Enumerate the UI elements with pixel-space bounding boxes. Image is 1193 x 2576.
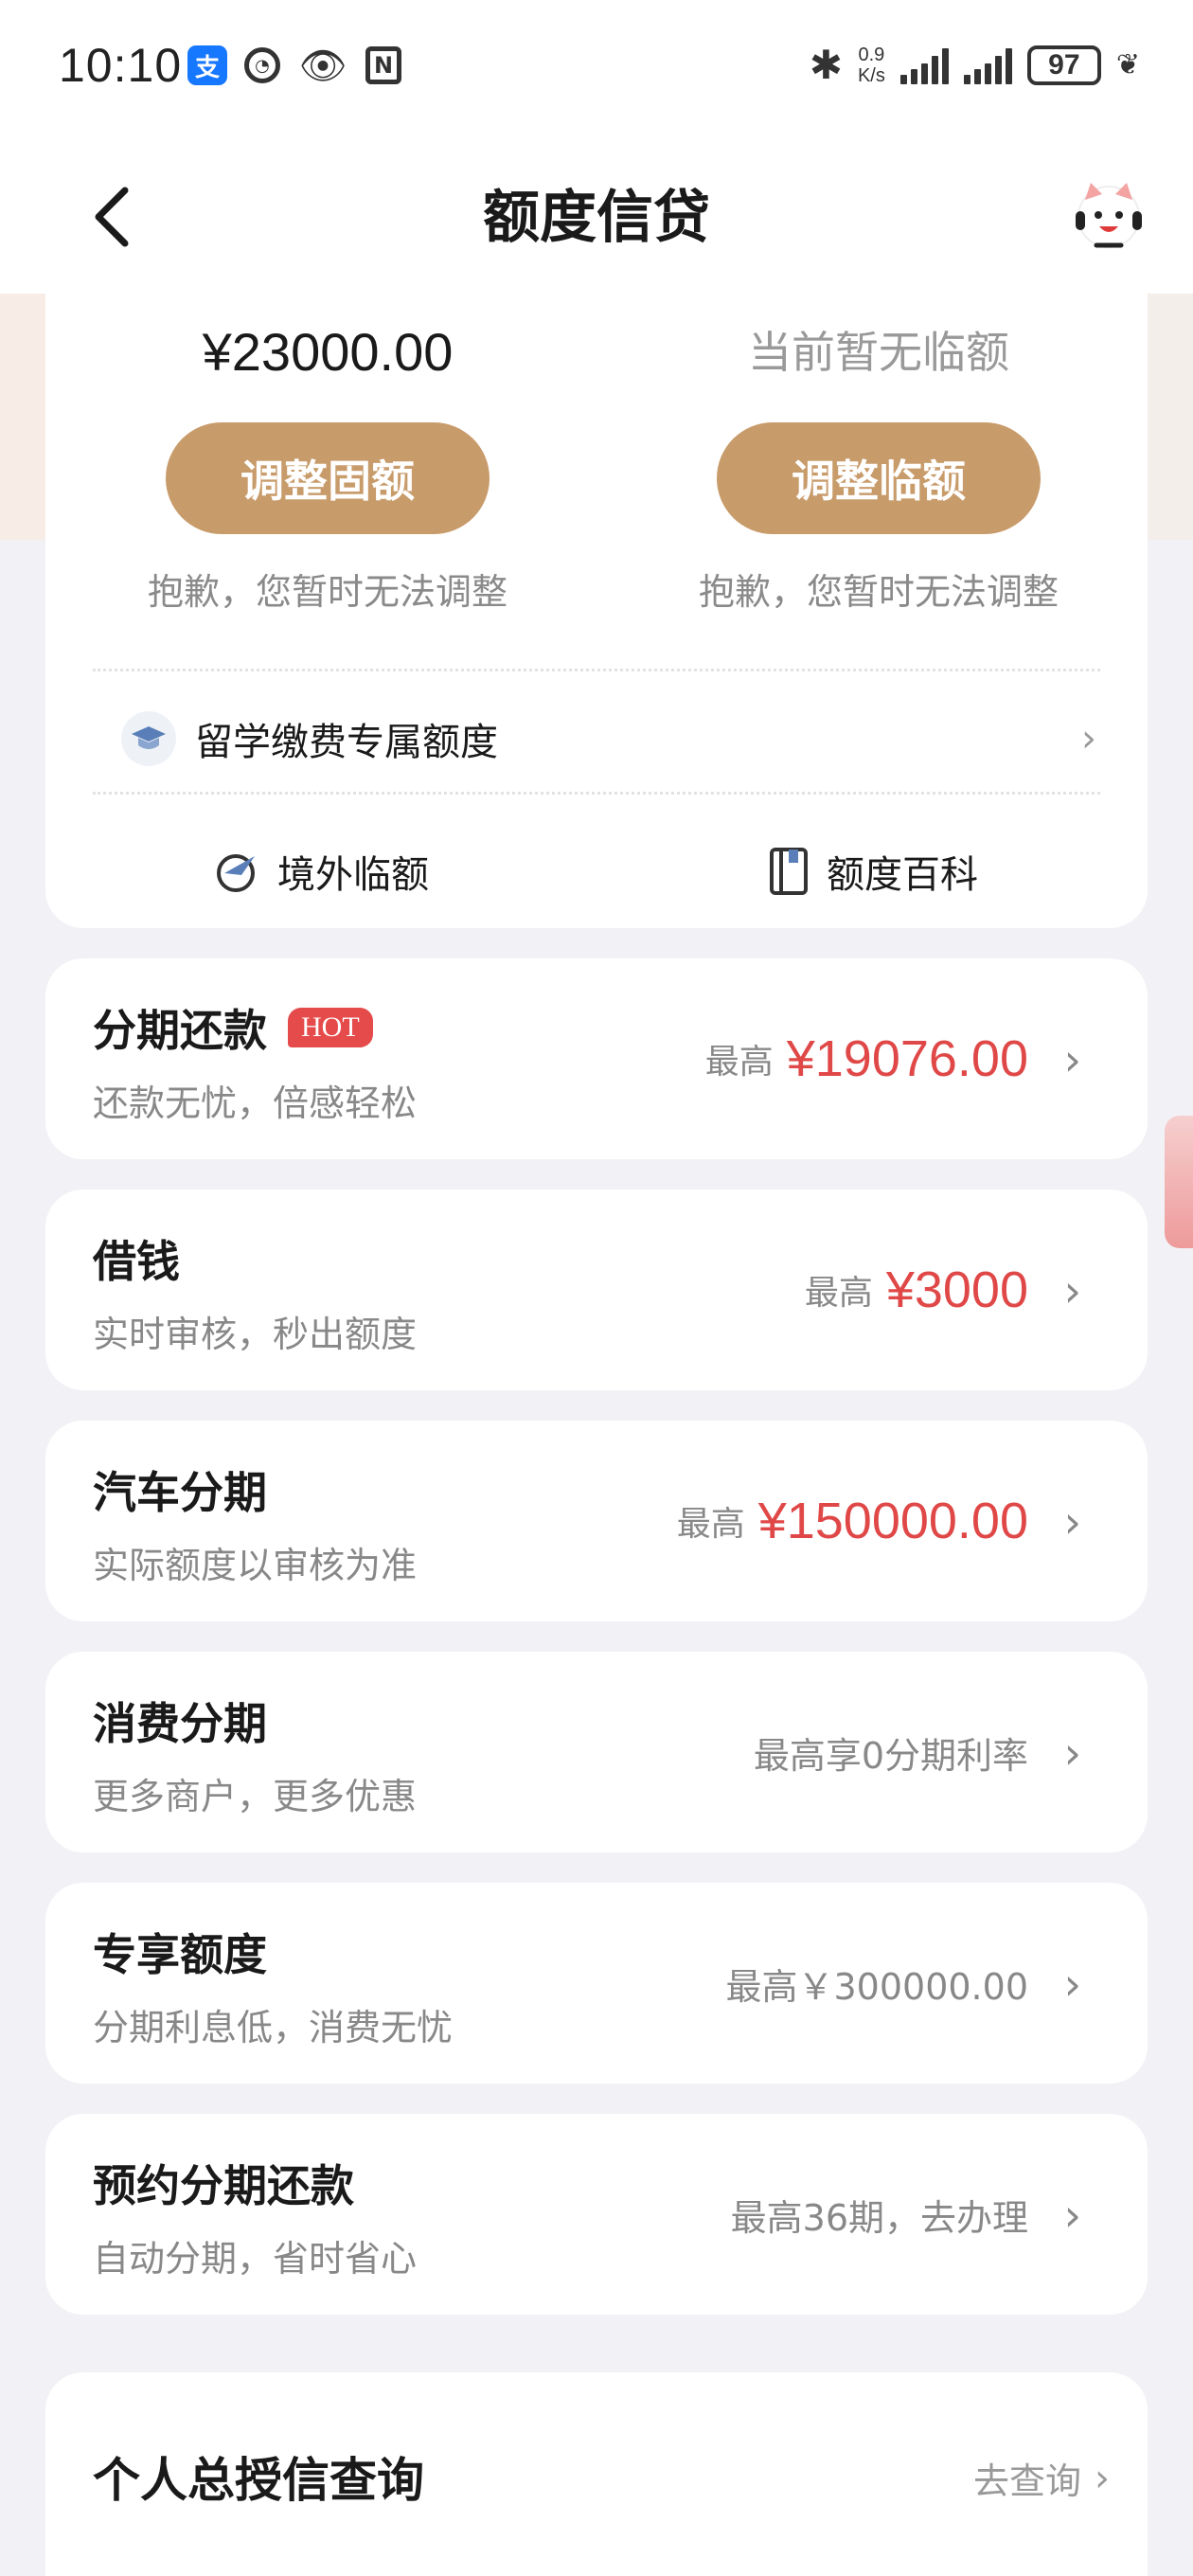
page-title: 额度信贷 <box>483 185 710 251</box>
product-title: 专享额度 <box>93 1929 267 1980</box>
quick-links: 境外临额 额度百科 <box>45 824 1148 919</box>
max-label: 最高 <box>804 1274 873 1313</box>
credit-query-card[interactable]: 个人总授信查询 去查询 › <box>45 2372 1148 2576</box>
max-amount: ¥19076.00 <box>786 1030 1028 1087</box>
bluetooth-icon: ✱ <box>809 42 843 88</box>
product-benefit: 最高￥300000.00 <box>725 1965 1029 2008</box>
leaf-icon: ❦ <box>1115 48 1140 81</box>
book-icon <box>770 848 808 895</box>
product-subtitle: 更多商户，更多优惠 <box>93 1776 418 1817</box>
fixed-quota-column: ¥23000.00 调整固额 抱歉，您暂时无法调整 <box>91 294 564 615</box>
signal-icon <box>899 46 949 84</box>
product-card-consumer-installment[interactable]: 消费分期 更多商户，更多优惠 最高享0分期利率 › <box>45 1652 1148 1852</box>
status-time: 10:10 <box>59 39 183 92</box>
hot-badge: HOT <box>288 1008 373 1047</box>
divider <box>93 669 1100 671</box>
quota-card: ¥23000.00 调整固额 抱歉，您暂时无法调整 当前暂无临额 调整临额 抱歉… <box>45 294 1148 928</box>
chevron-right-icon: › <box>1063 1959 1081 2010</box>
product-card-exclusive-quota[interactable]: 专享额度 分期利息低，消费无忧 最高￥300000.00 › <box>45 1883 1148 2084</box>
product-subtitle: 还款无忧，倍感轻松 <box>93 1082 418 1124</box>
quota-wiki-link[interactable]: 额度百科 <box>596 824 1148 919</box>
eye-icon: 👁 <box>298 44 347 88</box>
study-abroad-quota-row[interactable]: 留学缴费专属额度 › <box>121 691 1096 786</box>
overseas-temp-quota-link[interactable]: 境外临额 <box>45 824 596 919</box>
product-title: 借钱 <box>93 1236 180 1287</box>
product-subtitle: 实际额度以审核为准 <box>93 1545 418 1586</box>
chevron-right-icon: › <box>1081 717 1096 760</box>
signal-icon-2 <box>963 46 1012 84</box>
product-card-scheduled-installment[interactable]: 预约分期还款 自动分期，省时省心 最高36期，去办理 › <box>45 2114 1148 2315</box>
chevron-right-icon: › <box>1063 2190 1081 2241</box>
max-label: 最高 <box>676 1505 745 1544</box>
nfc-icon: N <box>365 46 401 84</box>
max-amount: ¥150000.00 <box>757 1493 1028 1549</box>
nav-bar: 额度信贷 <box>0 137 1193 294</box>
product-card-car-installment[interactable]: 汽车分期 实际额度以审核为准 最高 ¥150000.00 › <box>45 1421 1148 1621</box>
alipay-icon: 支 <box>187 45 227 85</box>
product-subtitle: 自动分期，省时省心 <box>93 2238 418 2280</box>
product-title: 分期还款 <box>93 1005 267 1056</box>
temp-quota-column: 当前暂无临额 调整临额 抱歉，您暂时无法调整 <box>642 294 1115 615</box>
study-abroad-quota-label: 留学缴费专属额度 <box>195 721 498 764</box>
fixed-quota-amount: ¥23000.00 <box>202 322 454 382</box>
adjust-temp-quota-button[interactable]: 调整临额 <box>717 422 1041 534</box>
divider <box>93 792 1100 795</box>
floating-side-tab[interactable] <box>1165 1116 1193 1248</box>
product-card-borrow[interactable]: 借钱 实时审核，秒出额度 最高 ¥3000 › <box>45 1190 1148 1390</box>
net-speed-unit: K/s <box>857 64 885 86</box>
product-card-installment-repayment[interactable]: 分期还款 HOT 还款无忧，倍感轻松 最高 ¥19076.00 › <box>45 958 1148 1159</box>
temp-quota-note: 抱歉，您暂时无法调整 <box>698 571 1059 613</box>
credit-query-title: 个人总授信查询 <box>93 2453 424 2508</box>
temp-quota-status: 当前暂无临额 <box>748 327 1009 378</box>
product-benefit: 最高36期，去办理 <box>730 2196 1028 2239</box>
product-title: 消费分期 <box>93 1698 267 1749</box>
net-speed-value: 0.9 <box>858 44 885 65</box>
product-title: 预约分期还款 <box>93 2160 354 2211</box>
graduation-cap-icon <box>121 711 176 766</box>
battery-icon: 97 <box>1026 45 1101 85</box>
fixed-quota-note: 抱歉，您暂时无法调整 <box>147 571 507 613</box>
overseas-temp-quota-label: 境外临额 <box>277 853 429 897</box>
chevron-right-icon: › <box>1095 2456 1110 2500</box>
chevron-right-icon: › <box>1063 1034 1081 1085</box>
plane-globe-icon <box>217 854 255 892</box>
notification-app-icon: ◔ <box>244 47 280 83</box>
product-benefit: 最高享0分期利率 <box>753 1734 1028 1777</box>
product-subtitle: 实时审核，秒出额度 <box>93 1314 418 1355</box>
assistant-avatar-icon[interactable] <box>1068 173 1149 255</box>
adjust-fixed-quota-button[interactable]: 调整固额 <box>166 422 490 534</box>
max-amount: ¥3000 <box>885 1261 1028 1318</box>
chevron-right-icon: › <box>1063 1727 1081 1779</box>
chevron-right-icon: › <box>1063 1265 1081 1316</box>
max-label: 最高 <box>704 1043 774 1082</box>
status-right: ✱ 0.9 K/s 97 ❦ <box>810 42 1140 88</box>
quota-wiki-label: 额度百科 <box>827 853 978 897</box>
status-app-icons: 支 ◔ 👁 N <box>187 44 401 88</box>
product-subtitle: 分期利息低，消费无忧 <box>93 2007 454 2048</box>
chevron-right-icon: › <box>1063 1496 1081 1547</box>
net-speed: 0.9 K/s <box>858 45 885 86</box>
status-bar: 10:10 支 ◔ 👁 N ✱ 0.9 K/s 97 ❦ <box>0 0 1193 137</box>
credit-query-action[interactable]: 去查询 <box>973 2452 1081 2504</box>
product-title: 汽车分期 <box>93 1467 267 1518</box>
